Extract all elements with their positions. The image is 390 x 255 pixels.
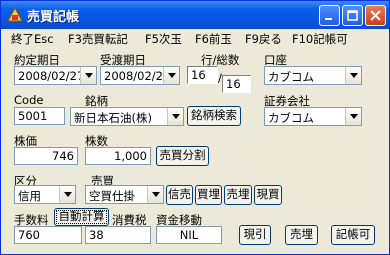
price-input[interactable]: 746 (14, 147, 78, 165)
code-input[interactable]: 5001 (14, 107, 65, 125)
category-value: 信用 (18, 189, 41, 203)
code-label: Code (14, 93, 44, 107)
menu-next[interactable]: F5次玉 (145, 31, 182, 47)
fund-transfer-input[interactable]: NIL (156, 226, 222, 244)
recordable-button[interactable]: 記帳可 (331, 225, 375, 245)
menu-transfer[interactable]: F3売買転記 (68, 31, 128, 47)
menu-bar: 終了Esc F3売買転記 F5次玉 F6前玉 F9戻る F10記帳可 (2, 29, 388, 48)
chevron-down-icon[interactable] (163, 67, 179, 84)
category-select[interactable]: 信用 (14, 185, 76, 204)
title-bar[interactable]: 売買記帳 (1, 1, 389, 29)
securities-company-value: カブコム (268, 111, 314, 125)
split-trade-button[interactable]: 売買分割 (156, 146, 209, 166)
brand-search-button[interactable]: 銘柄検索 (187, 106, 241, 126)
delivery-date-select[interactable]: 2008/02/27 (100, 66, 180, 85)
spot-buy-button[interactable]: 現買 (254, 185, 282, 205)
close-button[interactable] (365, 5, 386, 26)
menu-exit[interactable]: 終了Esc (11, 31, 54, 47)
brand-value: 新日本石油(株) (74, 111, 152, 125)
chevron-down-icon[interactable] (59, 186, 75, 203)
minimize-button[interactable] (319, 5, 340, 26)
buy-sell-value: 空買仕掛 (89, 189, 135, 203)
brand-select[interactable]: 新日本石油(株) (70, 107, 184, 126)
buy-close-button[interactable]: 買埋 (195, 185, 222, 205)
withdraw-button[interactable]: 現引 (239, 225, 271, 245)
maximize-button[interactable] (342, 5, 363, 26)
menu-back[interactable]: F9戻る (245, 31, 282, 47)
chevron-down-icon[interactable] (345, 108, 361, 125)
shares-input[interactable]: 1,000 (85, 147, 151, 165)
contract-date-select[interactable]: 2008/02/27 (14, 66, 97, 85)
buy-sell-select[interactable]: 空買仕掛 (85, 185, 164, 204)
fee-input[interactable]: 760 (14, 226, 82, 244)
trade-entry-window: 売買記帳 終了Esc F3売買転記 F5次玉 F6前玉 F9戻る F10記帳可 … (0, 0, 390, 255)
account-select[interactable]: カブコム (264, 66, 362, 85)
chevron-down-icon[interactable] (345, 67, 361, 84)
delivery-date-value: 2008/02/27 (104, 69, 171, 83)
sell-close-button[interactable]: 売埋 (224, 185, 252, 205)
chevron-down-icon[interactable] (80, 67, 96, 84)
auto-calc-button[interactable]: 自動計算 (54, 208, 109, 226)
menu-prev[interactable]: F6前玉 (195, 31, 232, 47)
contract-date-value: 2008/02/27 (18, 69, 85, 83)
credit-sell-button[interactable]: 信売 (166, 185, 193, 205)
chevron-down-icon[interactable] (167, 108, 183, 125)
account-value: カブコム (268, 70, 314, 84)
securities-company-select[interactable]: カブコム (264, 107, 362, 126)
tax-input[interactable]: 38 (85, 226, 151, 244)
menu-recordable[interactable]: F10記帳可 (292, 31, 348, 47)
total-input: 16 (222, 75, 251, 93)
chevron-down-icon[interactable] (147, 186, 163, 203)
row-input[interactable]: 16 (187, 66, 218, 84)
sell-close-bottom-button[interactable]: 売埋 (285, 225, 318, 245)
window-title: 売買記帳 (27, 10, 80, 25)
app-icon (7, 6, 23, 23)
